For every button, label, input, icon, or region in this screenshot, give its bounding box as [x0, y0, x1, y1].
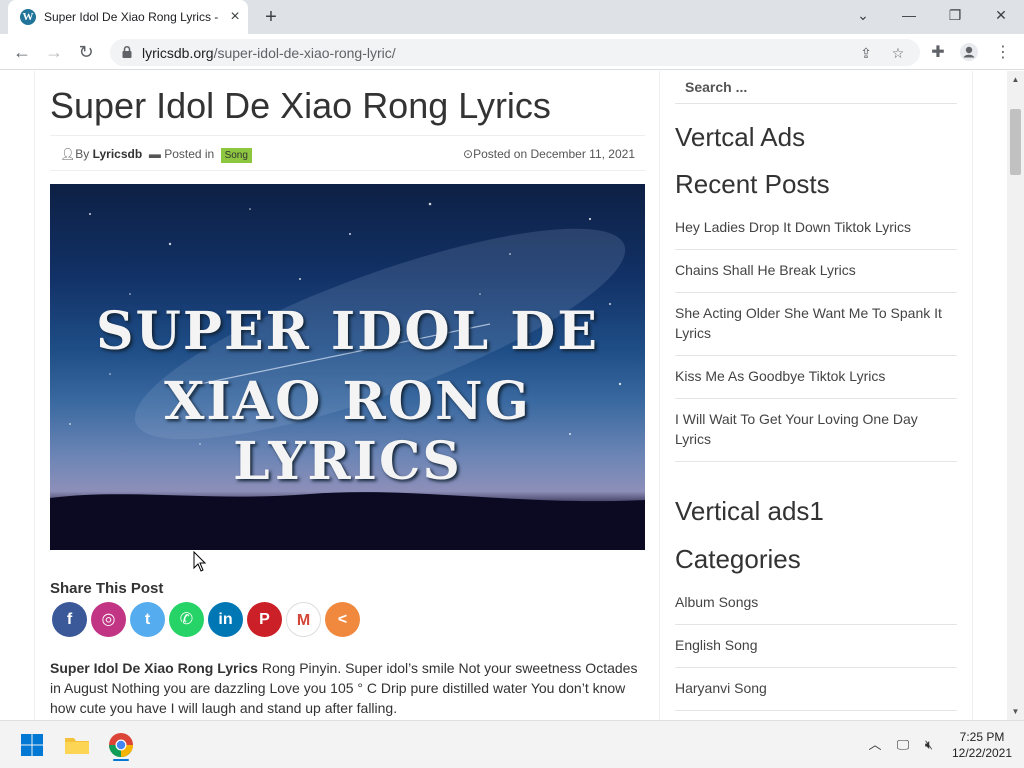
featured-image: SUPER IDOL DE XIAO RONG LYRICS: [50, 184, 645, 550]
instagram-share-button[interactable]: ◎: [91, 602, 126, 637]
bookmark-star-icon[interactable]: ☆: [888, 43, 908, 63]
recent-post-link[interactable]: Hey Ladies Drop It Down Tiktok Lyrics: [675, 207, 957, 250]
url-domain: lyricsdb.org: [142, 45, 214, 61]
browser-tab-strip: W Super Idol De Xiao Rong Lyrics - × + ⌄…: [0, 0, 1024, 34]
chrome-taskbar-icon[interactable]: [105, 729, 137, 761]
gmail-icon: M: [296, 612, 311, 629]
featured-image-caption: SUPER IDOL DE XIAO RONG LYRICS: [50, 302, 645, 492]
facebook-icon: f: [66, 611, 73, 628]
forward-button[interactable]: →: [42, 40, 66, 64]
restore-button[interactable]: ❐: [932, 0, 978, 30]
new-tab-button[interactable]: +: [260, 6, 282, 28]
post-date: ⊙Posted on December 11, 2021: [463, 147, 635, 161]
author-icon: 👤︎: [60, 147, 76, 161]
linkedin-icon: in: [218, 611, 233, 628]
author-link[interactable]: Lyricsdb: [93, 147, 143, 161]
close-window-button[interactable]: ✕: [978, 0, 1024, 30]
back-button[interactable]: ←: [10, 40, 34, 64]
scroll-up-arrow-icon[interactable]: ▲: [1007, 71, 1024, 88]
gmail-share-button[interactable]: M: [286, 602, 321, 637]
page-viewport: Super Idol De Xiao Rong Lyrics 👤︎By Lyri…: [0, 71, 1007, 720]
category-link[interactable]: Haryanvi Song: [675, 668, 957, 711]
url-path: /super-idol-de-xiao-rong-lyric/: [213, 45, 396, 61]
clock-icon: ⊙: [463, 147, 474, 161]
hero-line-2: XIAO RONG LYRICS: [164, 371, 531, 492]
scroll-down-arrow-icon[interactable]: ▼: [1007, 703, 1024, 720]
facebook-share-button[interactable]: f: [52, 602, 87, 637]
whatsapp-icon: ✆: [179, 611, 194, 628]
category-tag-link[interactable]: Song: [220, 148, 252, 163]
category-link[interactable]: English Song: [675, 625, 957, 668]
tab-search-chevron-icon[interactable]: ⌄: [840, 0, 886, 30]
instagram-icon: ◎: [101, 611, 116, 628]
share-page-icon[interactable]: ⇪: [856, 43, 876, 63]
pinterest-share-button[interactable]: P: [247, 602, 282, 637]
post-meta: 👤︎By Lyricsdb ▬ Posted in Song ⊙Posted o…: [50, 135, 645, 171]
vertical-ads-title: Vertcal Ads: [675, 122, 806, 152]
browser-toolbar: ← → ↻ lyricsdb.org/super-idol-de-xiao-ro…: [0, 34, 1024, 70]
url-text[interactable]: lyricsdb.org/super-idol-de-xiao-rong-lyr…: [142, 45, 396, 61]
sidebar: Vertcal Ads Recent Posts Hey Ladies Drop…: [660, 71, 973, 720]
posted-on-text: Posted on December 11, 2021: [473, 147, 635, 161]
recent-post-link[interactable]: I Will Wait To Get Your Loving One Day L…: [675, 399, 957, 462]
address-bar[interactable]: lyricsdb.org/super-idol-de-xiao-rong-lyr…: [110, 39, 920, 66]
taskbar-clock[interactable]: 7:25 PM 12/22/2021: [944, 729, 1020, 761]
post-excerpt: Super Idol De Xiao Rong Lyrics Rong Piny…: [50, 658, 645, 718]
hero-line-1: SUPER IDOL DE: [95, 301, 600, 362]
tab-close-icon[interactable]: ×: [226, 8, 244, 26]
page-scrollbar[interactable]: ▲ ▼: [1007, 71, 1024, 720]
clock-time: 7:25 PM: [959, 730, 1005, 744]
share-more-icon: <: [337, 611, 348, 628]
posted-in-label: Posted in: [164, 147, 215, 161]
post-meta-left: 👤︎By Lyricsdb ▬ Posted in Song: [60, 147, 252, 163]
minimize-button[interactable]: —: [886, 0, 932, 30]
category-link[interactable]: Album Songs: [675, 582, 957, 625]
twitter-icon: t: [144, 611, 151, 628]
browser-tab-active[interactable]: W Super Idol De Xiao Rong Lyrics - ×: [8, 0, 248, 34]
hills-silhouette: [50, 492, 645, 550]
linkedin-share-button[interactable]: in: [208, 602, 243, 637]
file-explorer-icon[interactable]: [61, 729, 93, 761]
scroll-thumb[interactable]: [1010, 109, 1021, 175]
windows-start-icon[interactable]: [16, 729, 48, 761]
mouse-cursor-icon: [193, 551, 207, 572]
more-share-button[interactable]: <: [325, 602, 360, 637]
recent-post-link[interactable]: She Acting Older She Want Me To Spank It…: [675, 293, 957, 356]
categories-list: Album Songs English Song Haryanvi Song: [675, 582, 957, 711]
pinterest-icon: P: [259, 611, 270, 628]
share-title: Share This Post: [50, 580, 164, 597]
excerpt-bold-title: Super Idol De Xiao Rong Lyrics: [50, 660, 258, 676]
reload-button[interactable]: ↻: [74, 40, 98, 64]
volume-muted-icon[interactable]: 🔇︎: [919, 735, 939, 755]
tab-title: Super Idol De Xiao Rong Lyrics -: [44, 10, 219, 24]
recent-posts-list: Hey Ladies Drop It Down Tiktok Lyrics Ch…: [675, 207, 957, 462]
profile-avatar-icon[interactable]: [958, 42, 980, 64]
search-input[interactable]: [675, 71, 957, 104]
recent-post-link[interactable]: Chains Shall He Break Lyrics: [675, 250, 957, 293]
wordpress-favicon-icon: W: [20, 9, 36, 25]
extensions-puzzle-icon[interactable]: ✚: [927, 42, 949, 64]
main-content: Super Idol De Xiao Rong Lyrics 👤︎By Lyri…: [34, 71, 660, 720]
folder-icon: ▬: [148, 147, 161, 161]
post-title: Super Idol De Xiao Rong Lyrics: [50, 85, 551, 126]
browser-menu-icon[interactable]: ⋮: [992, 42, 1014, 64]
by-label: By: [75, 147, 90, 161]
recent-post-link[interactable]: Kiss Me As Goodbye Tiktok Lyrics: [675, 356, 957, 399]
network-monitor-icon[interactable]: 🖵︎: [893, 735, 913, 755]
show-hidden-icons-chevron-icon[interactable]: ︿: [865, 735, 885, 755]
whatsapp-share-button[interactable]: ✆: [169, 602, 204, 637]
vertical-ads1-title: Vertical ads1: [675, 496, 824, 526]
categories-title: Categories: [675, 544, 801, 574]
twitter-share-button[interactable]: t: [130, 602, 165, 637]
clock-date: 12/22/2021: [951, 746, 1013, 760]
recent-posts-title: Recent Posts: [675, 169, 830, 199]
windows-taskbar: ︿ 🖵︎ 🔇︎ 7:25 PM 12/22/2021: [0, 720, 1024, 768]
lock-icon[interactable]: [120, 45, 134, 59]
